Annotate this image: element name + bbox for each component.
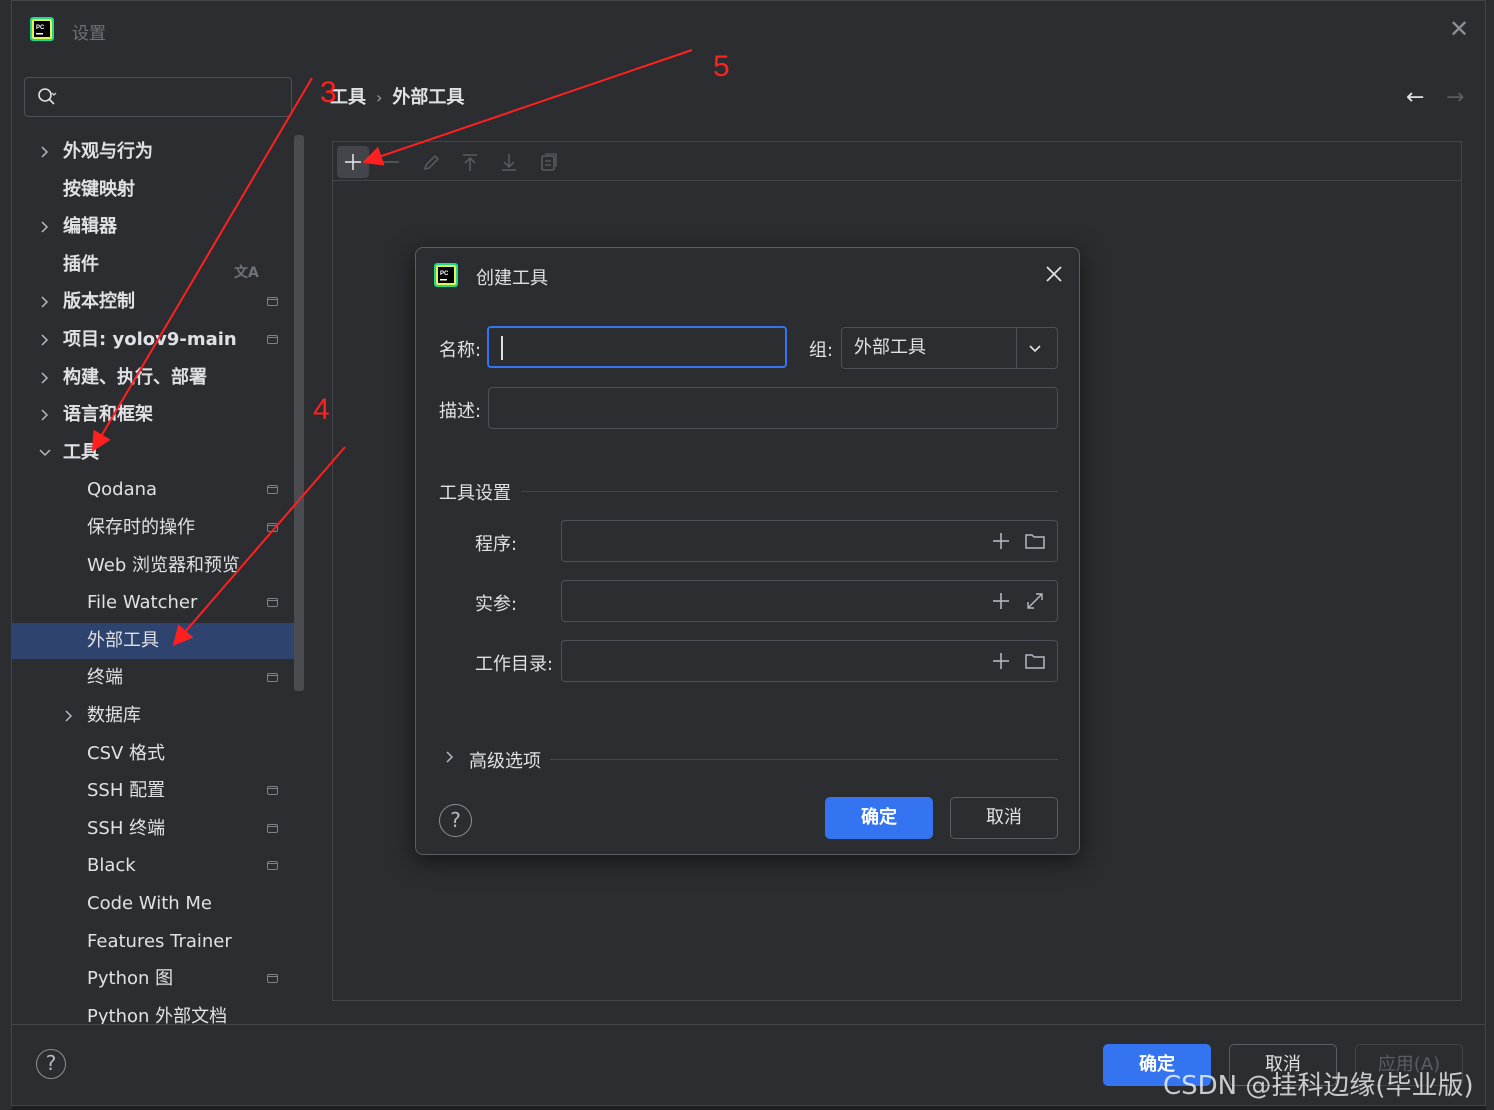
annotation-arrow-5 (362, 49, 693, 166)
annotation-arrow-3 (91, 77, 313, 452)
annotation-number-5: 5 (713, 50, 730, 83)
annotation-overlay (91, 49, 693, 647)
annotation-arrow-4 (172, 446, 346, 647)
annotation-number-3: 3 (320, 76, 337, 109)
watermark-text: CSDN @挂科边缘(毕业版) (1163, 1071, 1474, 1101)
annotation-number-4: 4 (313, 393, 330, 426)
